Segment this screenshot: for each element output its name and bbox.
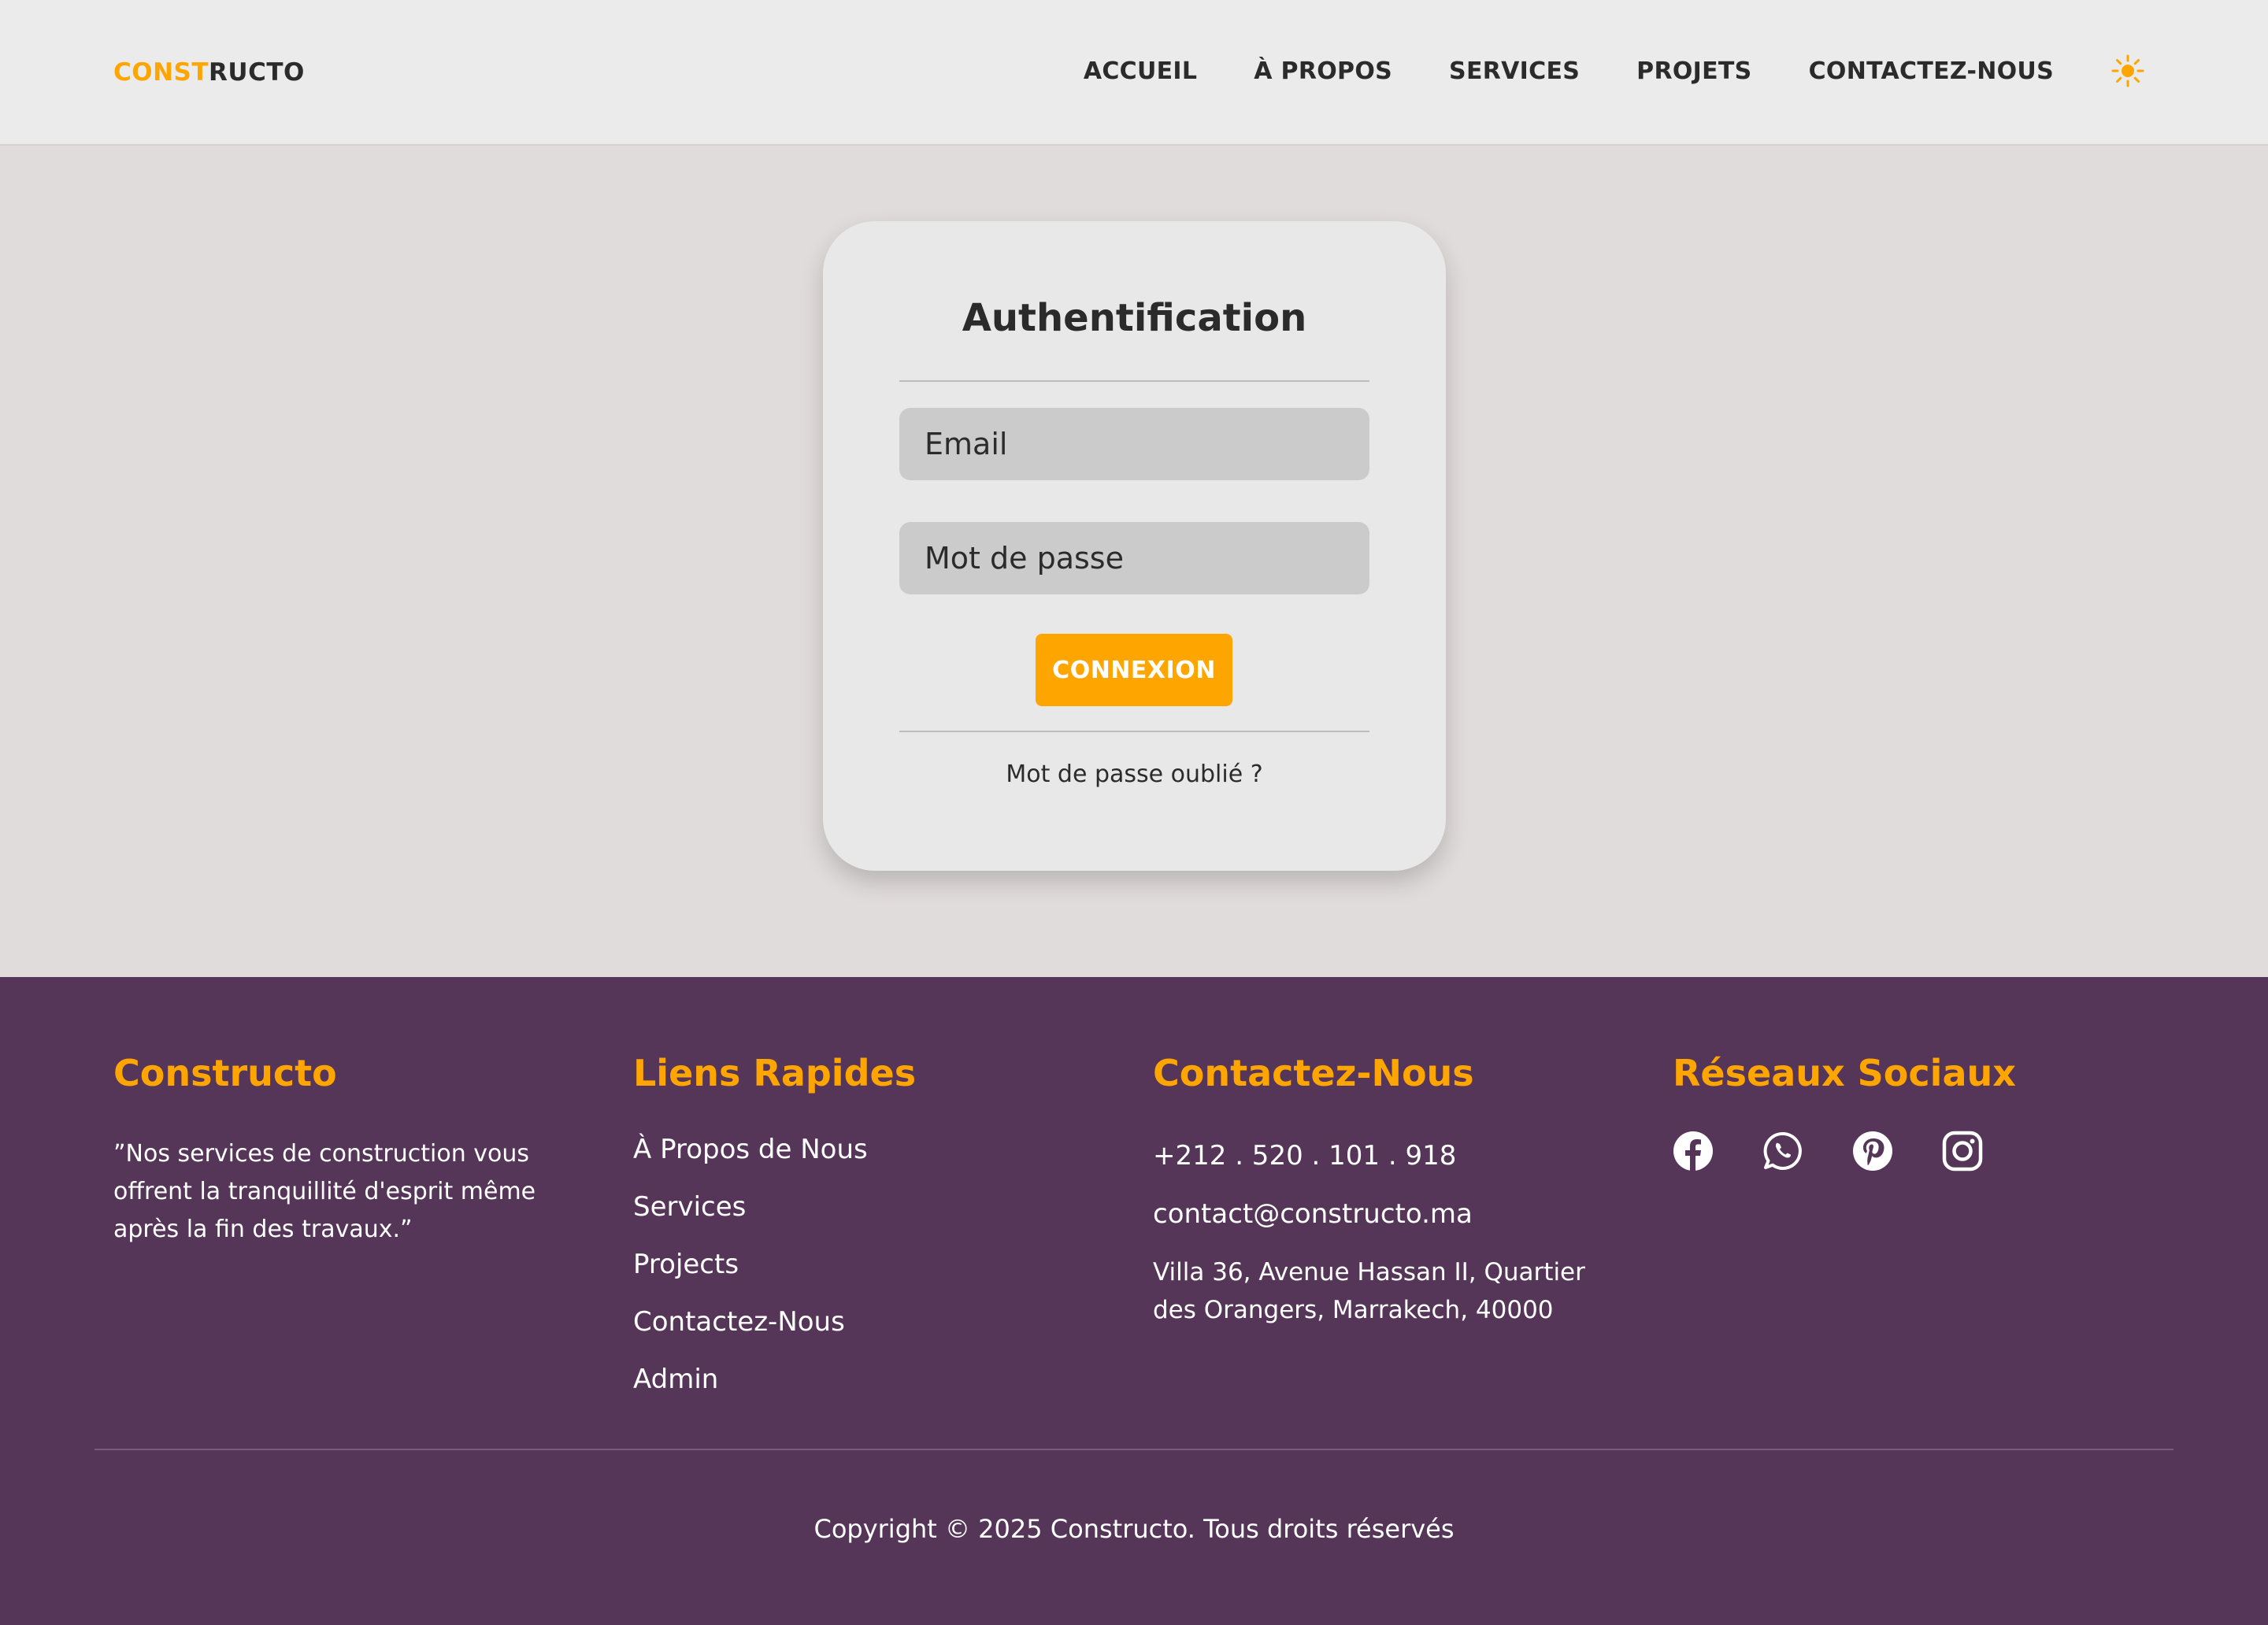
login-button[interactable]: CONNEXION xyxy=(1036,634,1232,706)
facebook-icon[interactable] xyxy=(1673,1131,1714,1172)
footer-brand-quote: ”Nos services de construction vous offre… xyxy=(113,1140,536,1243)
instagram-icon[interactable] xyxy=(1942,1131,1983,1172)
logo-rest-text: RUCTO xyxy=(209,58,305,87)
footer-social-column: Réseaux Sociaux xyxy=(1673,1052,2114,1172)
footer-brand-column: Constructo ”Nos services de construction… xyxy=(113,1052,554,1249)
footer-link-about[interactable]: À Propos de Nous xyxy=(633,1134,1074,1191)
footer-brand-title: Constructo xyxy=(113,1052,337,1094)
social-icons xyxy=(1673,1131,2114,1172)
footer-links-column: Liens Rapides À Propos de Nous Services … xyxy=(633,1052,1074,1421)
auth-title: Authentification xyxy=(962,296,1307,340)
main-nav: ACCUEIL À PROPOS SERVICES PROJETS CONTAC… xyxy=(1084,54,2145,88)
auth-card: Authentification CONNEXION Mot de passe … xyxy=(823,221,1446,871)
footer-contact-email[interactable]: contact@constructo.ma xyxy=(1153,1198,1625,1230)
auth-divider-bottom xyxy=(899,731,1369,732)
footer-contact-phone[interactable]: +212 . 520 . 101 . 918 xyxy=(1153,1140,1625,1172)
password-input[interactable] xyxy=(899,522,1369,594)
footer-link-projects[interactable]: Projects xyxy=(633,1249,1074,1306)
nav-link-about[interactable]: À PROPOS xyxy=(1254,57,1392,85)
footer-links-list: À Propos de Nous Services Projects Conta… xyxy=(633,1134,1074,1421)
nav-link-services[interactable]: SERVICES xyxy=(1449,57,1580,85)
site-logo[interactable]: CONSTRUCTO xyxy=(113,58,305,87)
footer-link-admin[interactable]: Admin xyxy=(633,1364,1074,1421)
logo-accent-text: CONST xyxy=(113,58,209,87)
app-root: CONSTRUCTO ACCUEIL À PROPOS SERVICES PRO… xyxy=(0,0,2268,1625)
footer-contact-address: Villa 36, Avenue Hassan II, Quartier des… xyxy=(1153,1258,1585,1324)
whatsapp-icon[interactable] xyxy=(1762,1131,1803,1172)
site-header: CONSTRUCTO ACCUEIL À PROPOS SERVICES PRO… xyxy=(0,0,2268,146)
nav-link-projects[interactable]: PROJETS xyxy=(1636,57,1751,85)
site-footer: Constructo ”Nos services de construction… xyxy=(0,977,2268,1625)
footer-copyright: Copyright © 2025 Constructo. Tous droits… xyxy=(813,1514,1455,1544)
footer-contact-column: Contactez-Nous +212 . 520 . 101 . 918 co… xyxy=(1153,1052,1625,1329)
footer-contact-title: Contactez-Nous xyxy=(1153,1052,1474,1094)
footer-links-title: Liens Rapides xyxy=(633,1052,917,1094)
footer-social-title: Réseaux Sociaux xyxy=(1673,1052,2016,1094)
footer-link-contact[interactable]: Contactez-Nous xyxy=(633,1306,1074,1364)
forgot-password-link[interactable]: Mot de passe oublié ? xyxy=(823,761,1446,788)
footer-link-services[interactable]: Services xyxy=(633,1191,1074,1249)
pinterest-icon[interactable] xyxy=(1852,1131,1893,1172)
sun-icon[interactable] xyxy=(2110,54,2145,88)
footer-divider xyxy=(94,1449,2174,1450)
auth-divider-top xyxy=(899,380,1369,382)
nav-link-home[interactable]: ACCUEIL xyxy=(1084,57,1197,85)
nav-link-contact[interactable]: CONTACTEZ-NOUS xyxy=(1809,57,2054,85)
email-input[interactable] xyxy=(899,408,1369,480)
